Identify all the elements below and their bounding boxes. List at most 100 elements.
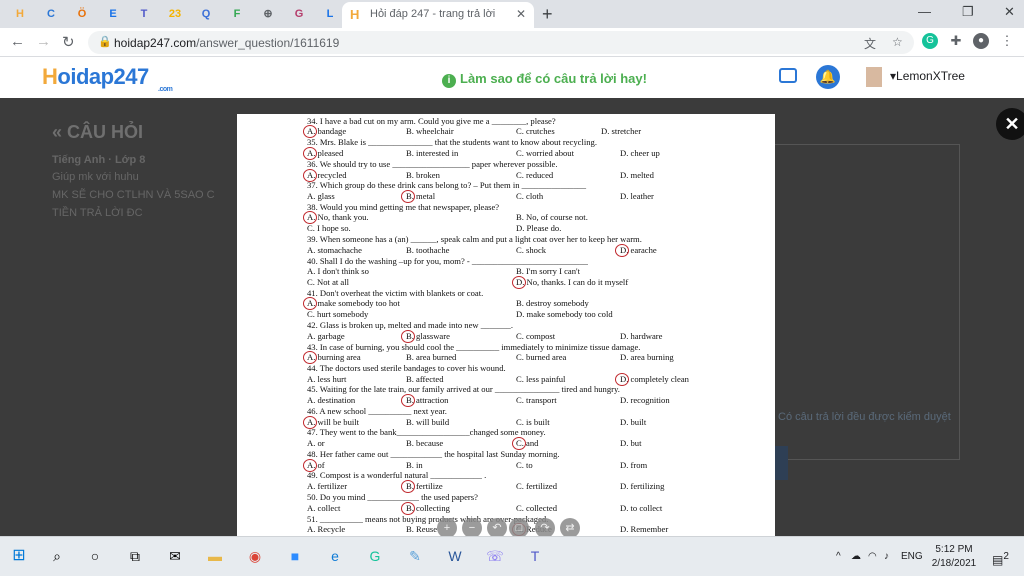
answer-option: C. compost xyxy=(516,331,556,341)
question-text: 45. Waiting for the late train, our fami… xyxy=(307,384,620,394)
notification-icon[interactable]: ▤2 xyxy=(992,551,1009,567)
moderation-note: Có câu trả lời đều được kiểm duyệt xyxy=(778,411,951,423)
minimize-button[interactable]: — xyxy=(918,4,931,19)
answer-option: B. wheelchair xyxy=(406,126,454,136)
question-text: 47. They went to the bank_______________… xyxy=(307,427,546,437)
edge-icon[interactable]: e xyxy=(324,545,346,567)
answer-option: B. Reuse xyxy=(406,524,438,534)
answer-circle-mark xyxy=(401,190,415,203)
answer-option: B. interested in xyxy=(406,148,459,158)
viber-icon[interactable]: ☏ xyxy=(484,545,506,567)
restore-button[interactable]: ❐ xyxy=(962,4,974,20)
avatar[interactable] xyxy=(866,67,882,87)
answer-option: B. because xyxy=(406,438,444,448)
answer-option: A. or xyxy=(307,438,325,448)
answer-option: C. worried about xyxy=(516,148,574,158)
answer-option: C. crutches xyxy=(516,126,555,136)
language-indicator[interactable]: ENG xyxy=(901,551,923,562)
rotate-right-icon[interactable]: ↷ xyxy=(535,518,555,536)
file-explorer-icon[interactable]: ▬ xyxy=(204,545,226,567)
question-text: 40. Shall I do the washing –up for you, … xyxy=(307,256,588,266)
search-icon[interactable]: ⌕ xyxy=(46,545,68,567)
pinned-tab-icon[interactable]: H xyxy=(12,6,28,22)
profile-icon[interactable]: ● xyxy=(973,33,989,49)
chat-icon[interactable] xyxy=(779,68,797,83)
menu-kebab-icon[interactable]: ⋮ xyxy=(999,33,1015,49)
extensions-puzzle-icon[interactable]: ✚ xyxy=(948,33,964,49)
pinned-tab-icon[interactable]: ⊕ xyxy=(260,6,276,22)
answer-option: C. less painful xyxy=(516,374,566,384)
teams-icon[interactable]: T xyxy=(524,545,546,567)
zoom-in-icon[interactable]: + xyxy=(437,518,457,536)
pinned-tab-icon[interactable]: T xyxy=(136,6,152,22)
answer-option: C. reduced xyxy=(516,170,554,180)
address-bar[interactable]: 🔒 hoidap247.com/answer_question/1611619 … xyxy=(88,31,914,54)
reload-button[interactable]: ↻ xyxy=(62,33,75,51)
pinned-tab-icon[interactable]: Ö xyxy=(74,6,90,22)
answer-option: C. burned area xyxy=(516,352,567,362)
pinned-tab-icon[interactable]: Q xyxy=(198,6,214,22)
grammarly-extension-icon[interactable]: G xyxy=(922,33,938,49)
mail-icon[interactable]: ✉ xyxy=(164,545,186,567)
question-text: 38. Would you mind getting me that newsp… xyxy=(307,202,500,212)
answer-circle-mark xyxy=(303,211,317,224)
back-button[interactable]: ← xyxy=(10,33,25,50)
question-text: 41. Don't overheat the victim with blank… xyxy=(307,288,484,298)
answer-option: A. make somebody too hot xyxy=(307,298,400,308)
windows-start-icon[interactable]: ⊞ xyxy=(8,545,30,567)
tip-banner[interactable]: i Làm sao để có câu trả lời hay! xyxy=(442,71,647,88)
word-icon[interactable]: W xyxy=(444,545,466,567)
pinned-tab-icon[interactable]: 23 xyxy=(167,6,183,22)
answer-option: A. stomachache xyxy=(307,245,362,255)
tray-chevron-icon[interactable]: ^ xyxy=(836,551,841,562)
chrome-icon[interactable]: ◉ xyxy=(244,545,266,567)
answer-option: B. I'm sorry I can't xyxy=(516,266,580,276)
cortana-icon[interactable]: ○ xyxy=(84,545,106,567)
zoom-app-icon[interactable]: ■ xyxy=(284,545,306,567)
question-line: TIỀN TRẢ LỜI ĐC xyxy=(52,207,143,219)
close-viewer-icon[interactable]: ✕ xyxy=(996,108,1024,140)
answer-option: D. fertilizing xyxy=(620,481,665,491)
bookmark-star-icon[interactable]: ☆ xyxy=(892,35,903,49)
flip-icon[interactable]: ⇄ xyxy=(560,518,580,536)
clock[interactable]: 5:12 PM 2/18/2021 xyxy=(926,543,982,571)
site-logo[interactable]: Hoidap247 .com xyxy=(42,64,173,93)
paint-icon[interactable]: ✎ xyxy=(404,545,426,567)
cloud-icon[interactable]: ☁ xyxy=(851,551,861,562)
image-viewer: 34. I have a bad cut on my arm. Could yo… xyxy=(237,114,775,536)
answer-option: B. toothache xyxy=(406,245,450,255)
answer-option: D. Please do. xyxy=(516,223,562,233)
pinned-tab-icon[interactable]: C xyxy=(43,6,59,22)
reset-icon[interactable]: □ xyxy=(509,518,529,536)
translate-icon[interactable]: 文 xyxy=(864,35,876,52)
task-view-icon[interactable]: ⧉ xyxy=(124,545,146,567)
question-text: 42. Glass is broken up, melted and made … xyxy=(307,320,513,330)
pinned-tab-icon[interactable]: E xyxy=(105,6,121,22)
question-text: 50. Do you mind ____________ the used pa… xyxy=(307,492,478,502)
question-text: 35. Mrs. Blake is _______________ that t… xyxy=(307,137,598,147)
pinned-tab-icon[interactable]: L xyxy=(322,6,338,22)
answer-option: D. No, thanks. I can do it myself xyxy=(516,277,629,287)
new-tab-button[interactable]: + xyxy=(542,4,553,25)
tab-active[interactable]: H Hỏi đáp 247 - trang trả lời ✕ xyxy=(342,2,534,28)
zoom-out-icon[interactable]: − xyxy=(462,518,482,536)
hoidap-favicon-icon: H xyxy=(350,7,360,22)
answer-option: D. make somebody too cold xyxy=(516,309,613,319)
answer-circle-mark xyxy=(615,373,629,386)
browser-tab-bar: H C Ö E T 23 Q F ⊕ G L H Hỏi đáp 247 - trang trả l… xyxy=(0,0,1024,28)
grammarly-app-icon[interactable]: G xyxy=(364,545,386,567)
answer-option: D. hardware xyxy=(620,331,663,341)
bell-icon[interactable]: 🔔 xyxy=(816,65,840,89)
pinned-tab-icon[interactable]: F xyxy=(229,6,245,22)
answer-circle-mark xyxy=(401,330,415,343)
volume-icon[interactable]: ♪ xyxy=(884,551,889,562)
answer-option: D. built xyxy=(620,417,647,427)
username[interactable]: ▾LemonXTree xyxy=(890,69,965,83)
pinned-tab-icon[interactable]: G xyxy=(291,6,307,22)
wifi-icon[interactable]: ◠ xyxy=(868,551,877,562)
rotate-left-icon[interactable]: ↶ xyxy=(487,518,507,536)
window-close-button[interactable]: ✕ xyxy=(1004,4,1015,20)
tab-close-icon[interactable]: ✕ xyxy=(516,7,526,21)
browser-toolbar: ← → ↻ 🔒 hoidap247.com/answer_question/16… xyxy=(0,28,1024,57)
forward-button[interactable]: → xyxy=(36,33,51,50)
